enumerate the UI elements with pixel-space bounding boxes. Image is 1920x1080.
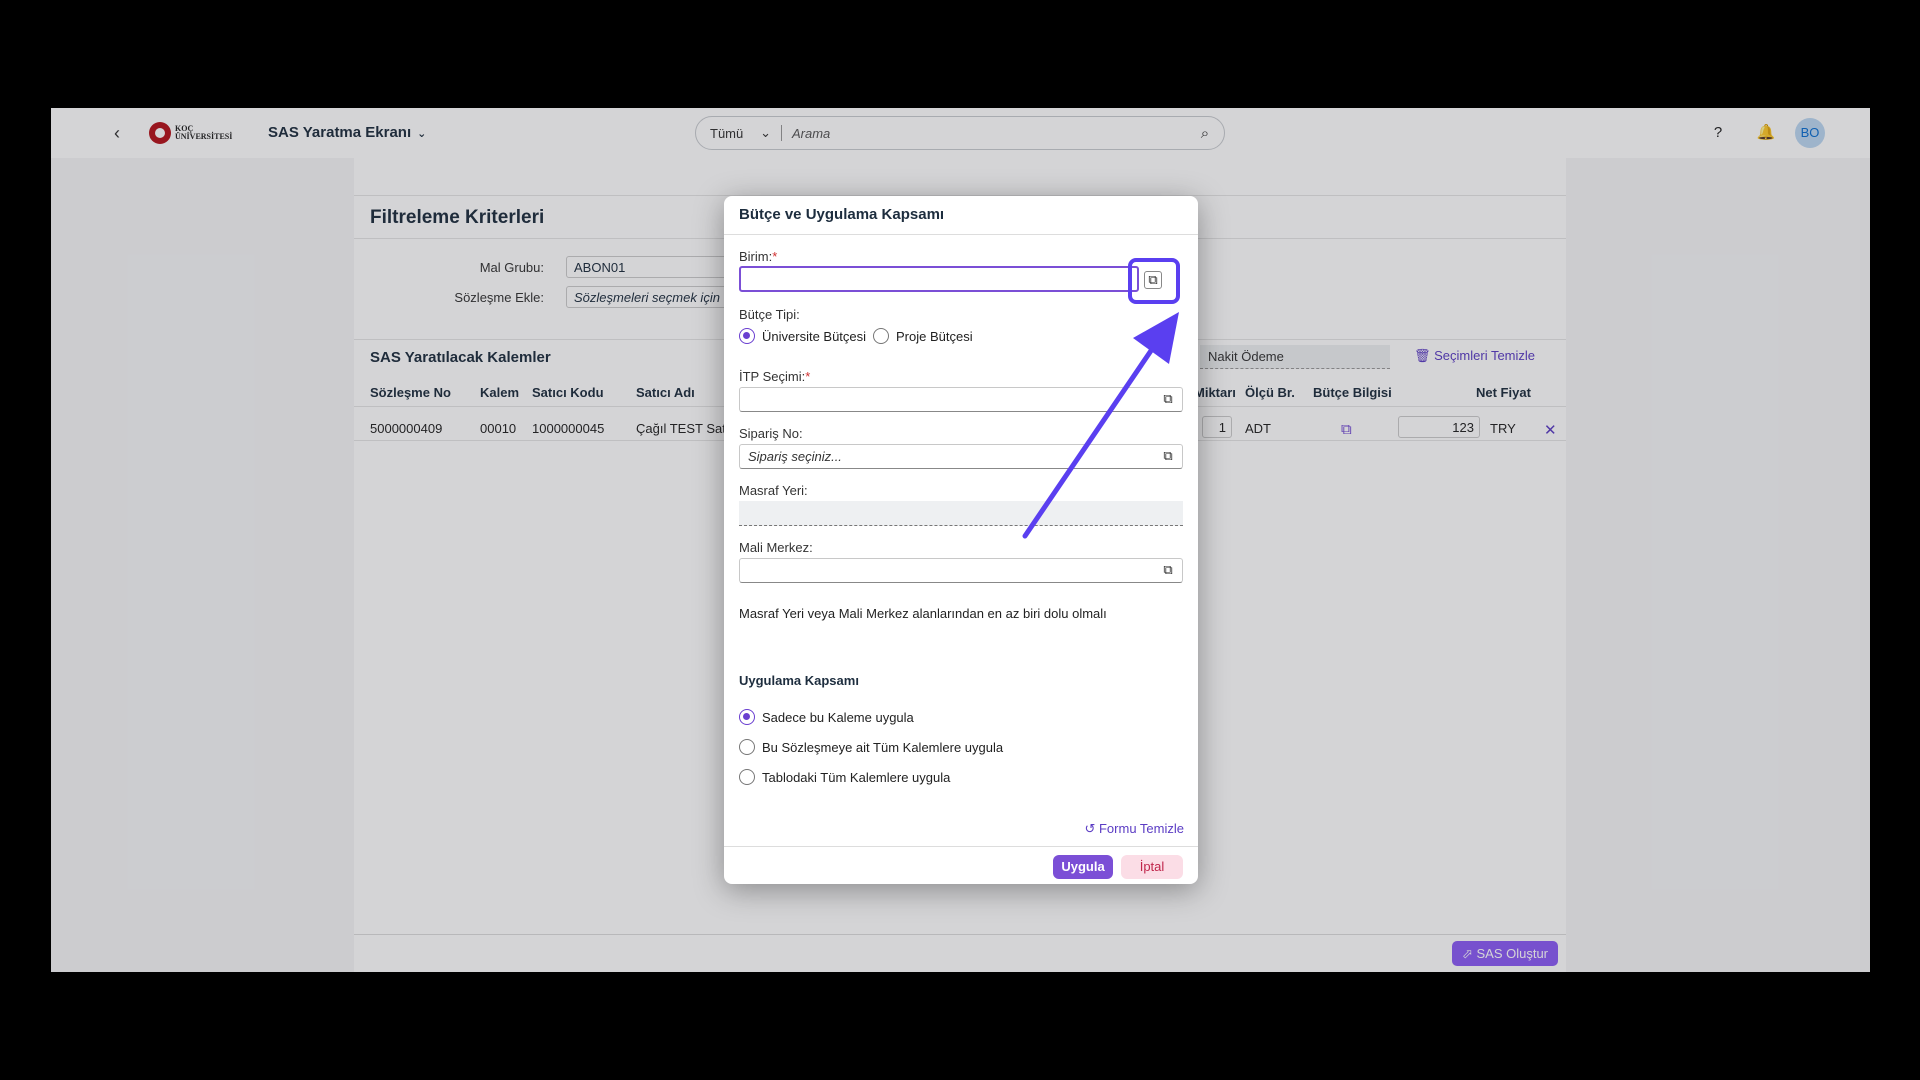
validation-note: Masraf Yeri veya Mali Merkez alanlarında… [739, 606, 1107, 621]
birim-label: Birim:* [739, 249, 777, 264]
arrow-head [1133, 312, 1179, 364]
itp-label-text: İTP Seçimi: [739, 369, 806, 384]
radio-scope-table[interactable]: Tablodaki Tüm Kalemlere uygula [739, 769, 950, 785]
radio-label: Üniversite Bütçesi [762, 328, 867, 344]
radio-label: Sadece bu Kaleme uygula [762, 709, 914, 725]
siparis-placeholder: Sipariş seçiniz... [748, 449, 842, 464]
radio-label: Tablodaki Tüm Kalemlere uygula [762, 769, 951, 785]
annotation-arrow [1022, 312, 1179, 539]
mali-label: Mali Merkez: [739, 540, 813, 555]
masraf-label: Masraf Yeri: [739, 483, 808, 498]
divider [724, 846, 1198, 847]
radio-unselected-icon [739, 769, 755, 785]
radio-scope-this-item[interactable]: Sadece bu Kaleme uygula [739, 709, 914, 725]
required-mark: * [805, 369, 811, 384]
app-frame: ‹ KOÇ ÜNİVERSİTESİ SAS Yaratma Ekranı ⌄ T… [51, 108, 1870, 972]
scope-title: Uygulama Kapsamı [739, 673, 859, 688]
clear-form-button[interactable]: ↺ Formu Temizle [1084, 821, 1184, 837]
radio-selected-icon [739, 328, 755, 344]
radio-unselected-icon [739, 739, 755, 755]
radio-scope-contract[interactable]: Bu Sözleşmeye ait Tüm Kalemlere uygula [739, 739, 1003, 755]
radio-selected-icon [739, 709, 755, 725]
siparis-label: Sipariş No: [739, 426, 803, 441]
value-help-icon[interactable]: ⧉ [1160, 562, 1176, 578]
value-help-highlight: ⧉ [1128, 258, 1180, 304]
itp-label: İTP Seçimi:* [739, 369, 810, 384]
butce-tipi-label: Bütçe Tipi: [739, 307, 800, 322]
value-help-icon[interactable]: ⧉ [1144, 271, 1162, 289]
clear-form-label: Formu Temizle [1098, 821, 1184, 836]
arrow-shaft [1022, 333, 1164, 539]
radio-proje-butcesi[interactable]: Proje Bütçesi [873, 328, 973, 344]
radio-label: Bu Sözleşmeye ait Tüm Kalemlere uygula [762, 739, 1004, 755]
required-mark: * [772, 249, 778, 264]
birim-input[interactable] [739, 266, 1139, 292]
radio-label: Proje Bütçesi [896, 328, 973, 344]
dialog-title: Bütçe ve Uygulama Kapsamı [739, 206, 945, 223]
mali-input[interactable]: ⧉ [739, 558, 1183, 583]
radio-universite-butcesi[interactable]: Üniversite Bütçesi [739, 328, 866, 344]
radio-unselected-icon [873, 328, 889, 344]
divider [724, 234, 1198, 235]
birim-label-text: Birim: [739, 249, 773, 264]
cancel-button[interactable]: İptal [1121, 855, 1183, 879]
apply-button[interactable]: Uygula [1053, 855, 1113, 879]
